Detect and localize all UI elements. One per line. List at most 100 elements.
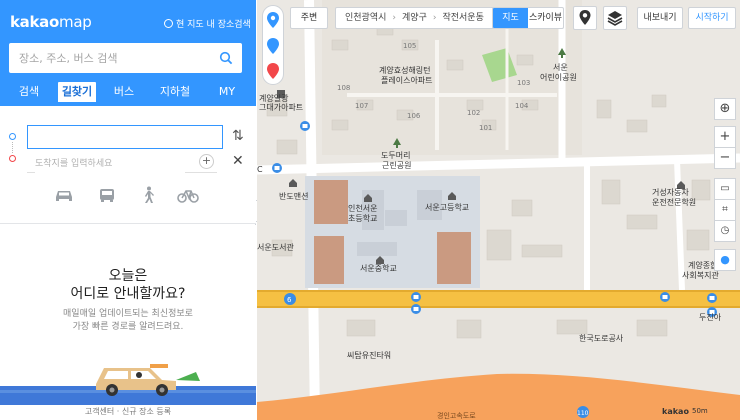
location-pin-icon[interactable] bbox=[267, 12, 279, 28]
doduri-label-1: 도두머리 bbox=[381, 151, 410, 160]
breadcrumb-city[interactable]: 인천광역시 bbox=[345, 8, 386, 28]
destination-dot-icon bbox=[9, 155, 16, 162]
zoom-out-button[interactable]: − bbox=[714, 147, 736, 169]
expressway-label: 경인고속도로 bbox=[437, 411, 476, 420]
kakao-map-app: kakaomap 현 지도 내 장소검색 검색 길찾기 버스 지하철 MY bbox=[0, 0, 740, 420]
promo-sub-line1: 매일매일 업데이트되는 최신정보로 bbox=[63, 309, 193, 319]
korea-road-label: 한국도로공사 bbox=[579, 334, 624, 343]
roadview-button[interactable] bbox=[573, 6, 597, 30]
promo-subtitle: 매일매일 업데이트되는 최신정보로 가장 빠른 경로를 알려드려요. bbox=[0, 308, 256, 334]
doduri-label-2: 근린공원 bbox=[382, 160, 411, 170]
ruler-icon[interactable]: ▭ bbox=[714, 178, 736, 200]
radio-icon bbox=[164, 19, 173, 28]
bldg-108: 108 bbox=[337, 84, 350, 92]
promo-title-line1: 오늘은 bbox=[108, 268, 148, 284]
promo-section: 오늘은 어디로 안내할까요? 매일매일 업데이트되는 최신정보로 가장 빠른 경… bbox=[0, 225, 256, 420]
welfare-label-2: 사회복지관 bbox=[682, 270, 719, 280]
middle-label: 서운중학교 bbox=[360, 263, 397, 273]
route-6-shield: 6 bbox=[287, 296, 292, 304]
skyview-button[interactable]: 스카이뷰 bbox=[528, 8, 563, 28]
bldg-107: 107 bbox=[355, 102, 368, 110]
map-drawing: 계양효성해링턴 플레이스아파트 서운 어린이공원 계양일광 그대가아파트 도두머… bbox=[257, 0, 740, 420]
search-input[interactable] bbox=[19, 50, 209, 66]
kakao-map-watermark: kakao bbox=[662, 407, 689, 416]
bando-label: 반도맨션 bbox=[279, 191, 308, 201]
elem-label-1: 인천서운 bbox=[348, 203, 377, 213]
apt-label-1: 계양효성해링턴 bbox=[379, 65, 431, 75]
library-label: 서운도서관 bbox=[257, 242, 294, 252]
factory-label-2: 운전전문학원 bbox=[652, 197, 696, 207]
car-illustration bbox=[0, 364, 256, 405]
destination-field-box: + bbox=[27, 151, 217, 174]
edge-c-label: C bbox=[257, 165, 263, 174]
tab-subway[interactable]: 지하철 bbox=[152, 82, 198, 102]
breadcrumb-dong[interactable]: 작전서운동 bbox=[442, 8, 483, 28]
bldg-102: 102 bbox=[467, 109, 480, 117]
main-tabs: 검색 길찾기 버스 지하철 MY bbox=[0, 82, 256, 102]
dujin-label: 두진아 bbox=[699, 312, 722, 322]
walk-icon[interactable] bbox=[137, 186, 159, 204]
origin-dot-icon bbox=[9, 133, 16, 140]
layers-icon bbox=[607, 11, 623, 26]
nearby-button[interactable]: 주변 bbox=[290, 7, 328, 29]
car-icon[interactable] bbox=[53, 186, 75, 204]
factory-label-1: 거성자동차 bbox=[652, 188, 689, 197]
tower-label: 씨탑유진타워 bbox=[347, 350, 391, 360]
area-icon[interactable]: ⌗ bbox=[714, 199, 736, 221]
elem-label-2: 초등학교 bbox=[348, 213, 377, 223]
logo-map: map bbox=[59, 13, 92, 31]
swap-icon[interactable]: ⇅ bbox=[232, 128, 244, 144]
promo-title: 오늘은 어디로 안내할까요? bbox=[0, 267, 256, 303]
map-canvas[interactable]: 계양효성해링턴 플레이스아파트 서운 어린이공원 계양일광 그대가아파트 도두머… bbox=[257, 0, 740, 420]
park-label-1: 서운 bbox=[553, 63, 568, 72]
kakao-map-logo[interactable]: kakaomap bbox=[10, 13, 92, 31]
route-form: + ⇅ ✕ bbox=[0, 106, 256, 224]
bldg-106: 106 bbox=[407, 112, 421, 120]
add-waypoint-button[interactable]: + bbox=[199, 154, 214, 169]
bldg-103: 103 bbox=[517, 79, 530, 87]
scope-toggle[interactable]: 현 지도 내 장소검색 bbox=[164, 17, 251, 30]
origin-field-box bbox=[27, 125, 223, 149]
scope-label: 현 지도 내 장소검색 bbox=[176, 20, 251, 30]
bus-icon[interactable] bbox=[96, 186, 118, 204]
tab-directions[interactable]: 길찾기 bbox=[58, 82, 96, 102]
panel-footer[interactable]: 고객센터 · 신규 장소 등록 bbox=[0, 403, 256, 420]
bldg-104: 104 bbox=[515, 102, 529, 110]
destination-pin-icon[interactable] bbox=[267, 63, 279, 79]
origin-pin-icon[interactable] bbox=[267, 38, 279, 54]
route-110-shield: 110 bbox=[577, 410, 589, 417]
search-box bbox=[9, 43, 242, 73]
close-icon[interactable]: ✕ bbox=[232, 153, 244, 169]
zoom-in-button[interactable]: + bbox=[714, 126, 736, 148]
bike-icon[interactable] bbox=[177, 186, 199, 204]
gyeyang-label-2: 그대가아파트 bbox=[259, 102, 303, 112]
route-connector bbox=[12, 142, 13, 153]
origin-input[interactable] bbox=[34, 127, 214, 148]
roadview-icon bbox=[579, 10, 591, 25]
search-icon[interactable] bbox=[219, 51, 233, 65]
start-button[interactable]: 시작하기 bbox=[688, 7, 736, 29]
gyeyang-label-1: 계양일광 bbox=[259, 93, 289, 103]
promo-title-line2: 어디로 안내할까요? bbox=[70, 286, 186, 302]
map-marker-strip bbox=[262, 5, 284, 85]
apt-label-2: 플레이스아파트 bbox=[381, 75, 433, 85]
radius-icon[interactable]: ◷ bbox=[714, 220, 736, 242]
park-label-2: 어린이공원 bbox=[540, 72, 577, 82]
bldg-105: 105 bbox=[403, 42, 416, 50]
current-location-button[interactable]: ⊕ bbox=[714, 98, 736, 120]
bldg-101: 101 bbox=[479, 124, 492, 132]
export-button[interactable]: 내보내기 bbox=[637, 7, 683, 29]
tab-bus[interactable]: 버스 bbox=[96, 82, 152, 102]
map-view-button[interactable]: 지도 bbox=[493, 8, 528, 28]
breadcrumb[interactable]: 인천광역시 › 계양구 › 작전서운동 bbox=[335, 7, 495, 29]
my-pin-icon[interactable]: ● bbox=[714, 249, 736, 271]
tab-my[interactable]: MY bbox=[198, 82, 256, 102]
destination-input[interactable] bbox=[35, 154, 185, 174]
high-label: 서운고등학교 bbox=[425, 202, 469, 212]
layers-button[interactable] bbox=[603, 6, 627, 30]
view-toggle: 지도 스카이뷰 bbox=[492, 7, 564, 29]
breadcrumb-district[interactable]: 계양구 bbox=[402, 8, 427, 28]
tab-search[interactable]: 검색 bbox=[0, 82, 58, 102]
chevron-right-icon: › bbox=[392, 13, 397, 23]
logo-kakao: kakao bbox=[10, 13, 60, 31]
